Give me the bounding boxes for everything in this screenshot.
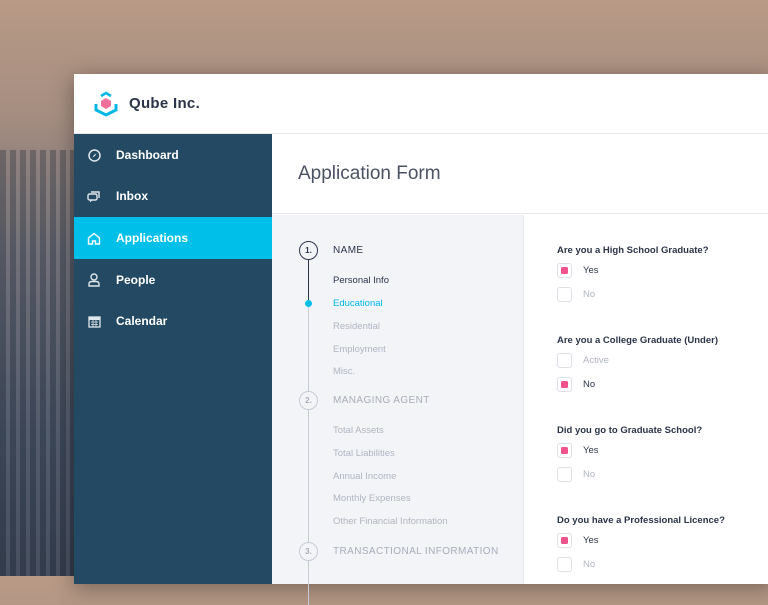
sidebar-item-calendar[interactable]: Calendar [74,300,272,342]
compass-icon [87,148,101,162]
step-item[interactable]: Personal Info [333,275,389,286]
checkbox-option[interactable]: No [557,377,595,392]
step-item[interactable]: Total Liabilities [333,448,395,459]
step-item[interactable]: Residential [333,321,380,332]
checkbox-label: Active [583,355,609,366]
step-item[interactable]: Annual Income [333,471,396,482]
step-number: 2. [299,391,318,410]
checkbox-option[interactable]: Yes [557,443,599,458]
checkbox-option[interactable]: Yes [557,533,599,548]
sidebar-item-applications[interactable]: Applications [74,217,272,259]
background-city [0,150,80,576]
progress-line [308,260,309,305]
question-label: Are you a College Graduate (Under) [557,335,719,346]
checkbox-label: No [583,289,596,300]
sidebar-item-people[interactable]: People [74,259,272,301]
chat-icon [87,189,101,203]
sidebar-item-label: Dashboard [116,148,179,162]
checkbox-label: Yes [583,445,599,456]
checkbox-label: Yes [583,535,599,546]
checkbox[interactable] [557,287,572,302]
checkbox[interactable] [557,377,572,392]
sidebar-item-inbox[interactable]: Inbox [74,175,272,217]
checkbox-option[interactable]: No [557,557,595,572]
current-step-dot [305,300,312,307]
sidebar: Dashboard Inbox Applications People Cale… [74,134,272,584]
checkbox-label: No [583,379,596,390]
sidebar-item-label: Applications [116,231,189,245]
step-item[interactable]: Other Financial Information [333,516,448,527]
checkbox-option[interactable]: Yes [557,263,599,278]
person-icon [87,273,101,287]
step-number: 1. [299,241,318,260]
step-item[interactable]: Educational [333,298,383,309]
logo-icon [94,91,118,117]
sidebar-item-dashboard[interactable]: Dashboard [74,134,272,176]
step-number: 3. [299,542,318,561]
sidebar-item-label: Inbox [116,189,148,203]
checkbox-option[interactable]: Active [557,353,609,368]
page-header: Application Form [272,134,768,214]
brand-name: Qube Inc. [129,95,201,112]
checkbox[interactable] [557,263,572,278]
question-label: Are you a High School Graduate? [557,245,709,256]
checkbox[interactable] [557,533,572,548]
step-item[interactable]: Misc. [333,366,355,377]
step-title[interactable]: MANAGING AGENT [333,395,430,406]
home-icon [87,231,101,245]
checkbox-option[interactable]: No [557,467,595,482]
checkbox[interactable] [557,467,572,482]
app-window: Qube Inc. Dashboard Inbox Applications P… [74,74,768,605]
question-label: Did you go to Graduate School? [557,425,703,436]
checkbox[interactable] [557,443,572,458]
step-title[interactable]: NAME [333,245,364,256]
sidebar-item-label: People [116,273,156,287]
checkbox-label: No [583,469,596,480]
sidebar-item-label: Calendar [116,314,168,328]
checkbox-option[interactable]: No [557,287,595,302]
checkbox[interactable] [557,353,572,368]
question-form: Are you a High School Graduate? Yes No Are … [525,215,768,584]
question-label: Do you have a Professional Licence? [557,515,725,526]
checkbox[interactable] [557,557,572,572]
step-item[interactable]: Monthly Expenses [333,493,411,504]
checkbox-label: No [583,559,596,570]
step-title[interactable]: TRANSACTIONAL INFORMATION [333,546,499,557]
step-item[interactable]: Employment [333,344,386,355]
form-steps: 1. NAME Personal Info Educational Reside… [272,215,524,605]
checkbox-label: Yes [583,265,599,276]
page-title: Application Form [298,163,441,184]
header: Qube Inc. [74,74,768,134]
step-item[interactable]: Total Assets [333,425,384,436]
calendar-icon [87,314,101,328]
